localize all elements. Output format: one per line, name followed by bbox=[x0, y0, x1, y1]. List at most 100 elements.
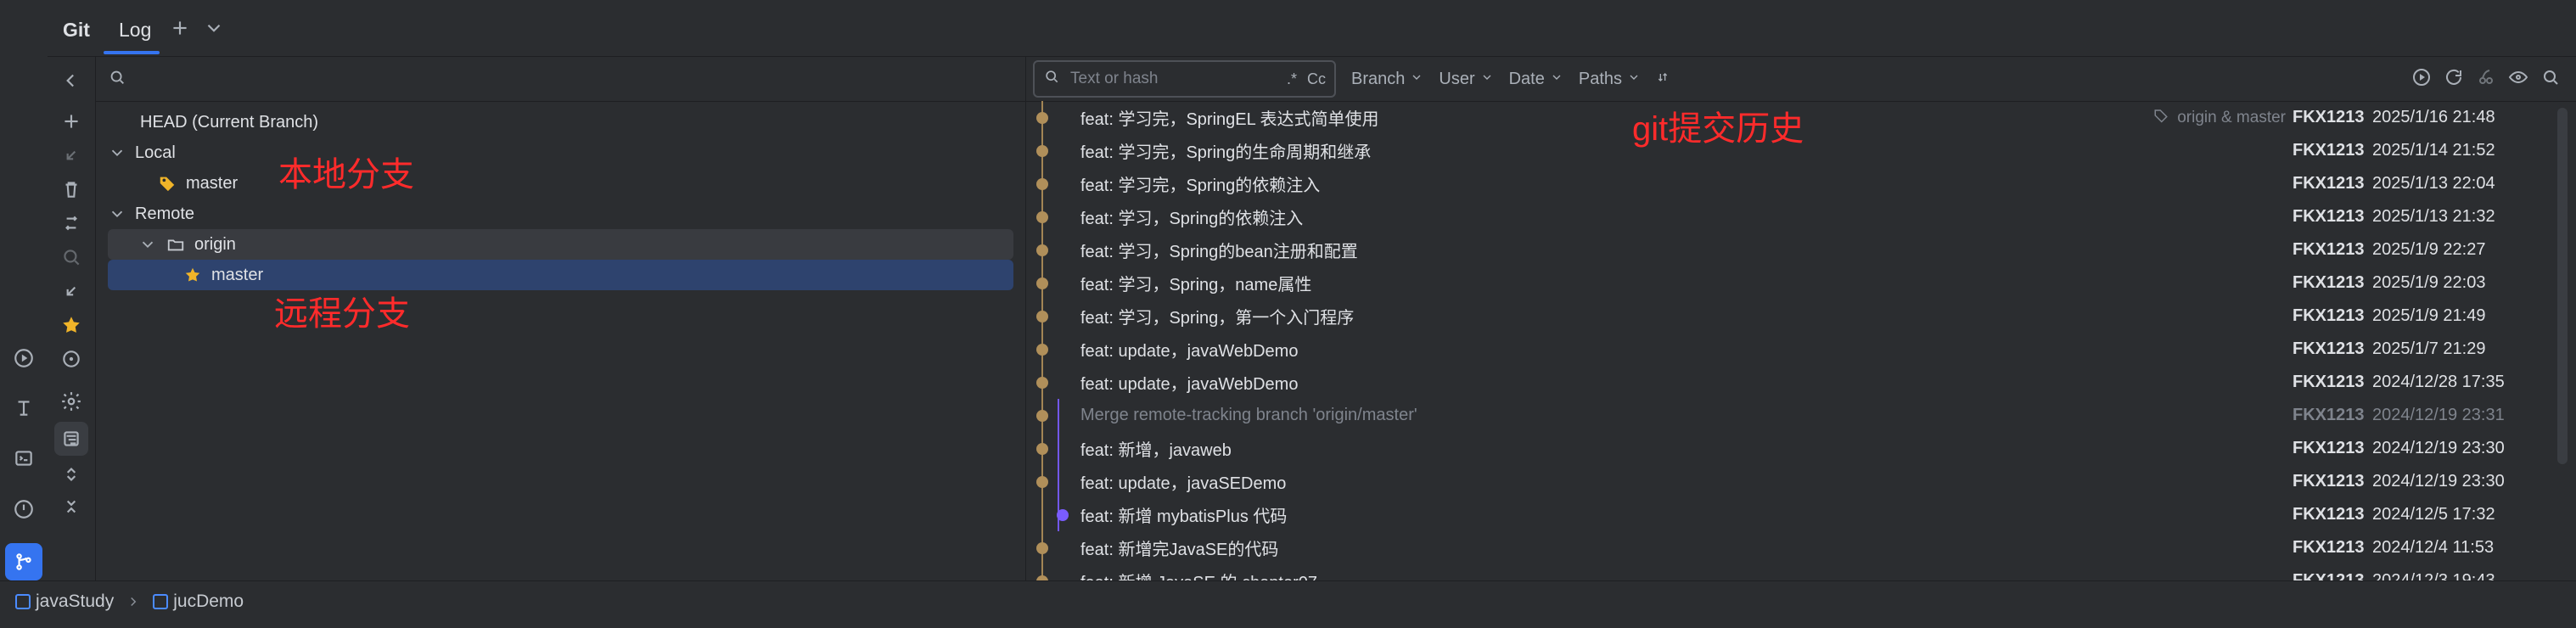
group-by-directory-button[interactable] bbox=[54, 422, 88, 456]
compare-branches-button[interactable] bbox=[54, 206, 88, 240]
search-icon[interactable] bbox=[2540, 67, 2561, 92]
filter-paths[interactable]: Paths bbox=[1579, 70, 1641, 89]
log-toolbar: Text or hash .* Cc Branch User Date Path… bbox=[1026, 57, 2576, 102]
commit-node bbox=[1036, 178, 1048, 190]
commit-author: FKX1213 bbox=[2293, 373, 2365, 391]
commit-row[interactable]: feat: 新增完JavaSE的代码 FKX1213 2024/12/4 11:53 bbox=[1026, 531, 2576, 564]
git-tool-window-button[interactable] bbox=[5, 543, 42, 580]
commit-date: 2024/12/5 17:32 bbox=[2372, 505, 2495, 524]
search-placeholder: Text or hash bbox=[1070, 70, 1159, 87]
search-branch-button[interactable] bbox=[54, 240, 88, 274]
commit-author: FKX1213 bbox=[2293, 207, 2365, 226]
commit-row[interactable]: feat: 学习完，Spring的依赖注入 FKX1213 2025/1/13 22… bbox=[1026, 167, 2576, 200]
commit-node bbox=[1036, 542, 1048, 554]
branch-group-remote[interactable]: Remote bbox=[96, 199, 1025, 229]
tab-log[interactable]: Log bbox=[119, 19, 151, 42]
branch-label: master bbox=[211, 265, 264, 284]
commit-message: feat: 新增完JavaSE的代码 bbox=[1080, 541, 1279, 559]
commit-node bbox=[1036, 344, 1048, 356]
commit-graph bbox=[1026, 300, 1080, 333]
commit-row[interactable]: feat: 新增，javaweb FKX1213 2024/12/19 23:30 bbox=[1026, 432, 2576, 465]
branch-label: HEAD (Current Branch) bbox=[140, 112, 319, 132]
log-search-input[interactable]: Text or hash .* Cc bbox=[1033, 60, 1336, 98]
regex-toggle-icon[interactable]: .* bbox=[1287, 70, 1297, 88]
build-tool-icon[interactable] bbox=[7, 390, 41, 424]
sort-button[interactable] bbox=[1656, 70, 1670, 89]
checkout-branch-button[interactable] bbox=[54, 274, 88, 308]
branch-label: master bbox=[186, 173, 239, 193]
filter-user[interactable]: User bbox=[1439, 70, 1493, 89]
terminal-tool-icon[interactable] bbox=[7, 441, 41, 475]
star-icon bbox=[182, 265, 203, 285]
problems-tool-icon[interactable] bbox=[7, 492, 41, 526]
commit-row[interactable]: feat: 学习，Spring的bean注册和配置 FKX1213 2025/1/9… bbox=[1026, 233, 2576, 266]
commit-graph bbox=[1026, 266, 1080, 300]
commit-row[interactable]: feat: update，javaWebDemo FKX1213 2024/12/2… bbox=[1026, 366, 2576, 399]
breadcrumb-project[interactable]: javaStudy bbox=[15, 592, 114, 612]
remote-origin-folder[interactable]: origin bbox=[108, 229, 1013, 260]
gear-icon bbox=[62, 392, 81, 411]
collapse-all-button[interactable] bbox=[54, 490, 88, 524]
commit-list-scrollbar[interactable] bbox=[2557, 108, 2568, 464]
commit-row[interactable]: feat: 学习，Spring，name属性 FKX1213 2025/1/9 22… bbox=[1026, 266, 2576, 300]
search-icon[interactable] bbox=[108, 68, 126, 91]
commit-graph bbox=[1026, 531, 1080, 564]
commit-message: feat: update，javaSEDemo bbox=[1080, 474, 1287, 493]
chevron-down-icon bbox=[138, 235, 157, 254]
commit-date: 2024/12/28 17:35 bbox=[2372, 373, 2505, 391]
commit-row[interactable]: feat: update，javaWebDemo FKX1213 2025/1/7 … bbox=[1026, 333, 2576, 366]
commit-row[interactable]: feat: update，javaSEDemo FKX1213 2024/12/19… bbox=[1026, 465, 2576, 498]
branch-group-local[interactable]: Local bbox=[96, 137, 1025, 168]
settings-button[interactable] bbox=[54, 384, 88, 418]
expand-all-button[interactable] bbox=[54, 457, 88, 491]
commit-graph bbox=[1026, 366, 1080, 399]
collapse-panel-button[interactable] bbox=[54, 64, 88, 98]
filter-branch[interactable]: Branch bbox=[1351, 70, 1423, 89]
commit-node bbox=[1036, 278, 1048, 289]
commit-date: 2025/1/16 21:48 bbox=[2372, 108, 2495, 126]
commit-node bbox=[1036, 145, 1048, 157]
favorite-branch-button[interactable] bbox=[54, 308, 88, 342]
commit-author: FKX1213 bbox=[2293, 273, 2365, 292]
remote-branch-master[interactable]: master bbox=[108, 260, 1013, 290]
commit-author: FKX1213 bbox=[2293, 439, 2365, 457]
project-icon bbox=[15, 594, 31, 609]
commit-row[interactable]: feat: 学习完，Spring的生命周期和继承 FKX1213 2025/1/14… bbox=[1026, 134, 2576, 167]
breadcrumb-module[interactable]: jucDemo bbox=[153, 592, 244, 612]
chevron-down-icon bbox=[207, 24, 221, 32]
commit-row[interactable]: feat: 新增 mybatisPlus 代码 FKX1213 2024/12/5 … bbox=[1026, 498, 2576, 531]
commit-row[interactable]: feat: 学习，Spring的依赖注入 FKX1213 2025/1/13 21:… bbox=[1026, 200, 2576, 233]
run-tool-icon[interactable] bbox=[7, 341, 41, 375]
refresh-icon[interactable] bbox=[2444, 67, 2464, 92]
navigate-log-button[interactable] bbox=[54, 342, 88, 376]
tool-window-title: Git bbox=[63, 19, 90, 41]
commit-graph bbox=[1026, 101, 1080, 134]
cherry-pick-icon[interactable] bbox=[2476, 67, 2496, 92]
commit-author: FKX1213 bbox=[2293, 141, 2365, 160]
commit-message: feat: 学习完，Spring的依赖注入 bbox=[1080, 177, 1321, 195]
commit-message: feat: 学习完，SpringEL 表达式简单使用 bbox=[1080, 110, 1379, 129]
new-branch-button[interactable] bbox=[54, 104, 88, 138]
sort-icon bbox=[1656, 70, 1670, 89]
filter-date[interactable]: Date bbox=[1509, 70, 1563, 89]
update-branch-button[interactable] bbox=[54, 138, 88, 172]
commit-row[interactable]: feat: 学习完，SpringEL 表达式简单使用 origin & maste… bbox=[1026, 101, 2576, 134]
commit-row[interactable]: Merge remote-tracking branch 'origin/mas… bbox=[1026, 399, 2576, 432]
commit-date: 2024/12/19 23:30 bbox=[2372, 439, 2505, 457]
commit-author: FKX1213 bbox=[2293, 472, 2365, 491]
delete-branch-button[interactable] bbox=[54, 172, 88, 206]
commit-graph bbox=[1026, 432, 1080, 465]
chevron-down-icon bbox=[1410, 70, 1423, 89]
view-options-icon[interactable] bbox=[2508, 67, 2528, 92]
tab-dropdown-button[interactable] bbox=[197, 11, 231, 45]
commit-graph bbox=[1026, 200, 1080, 233]
run-icon[interactable] bbox=[2411, 67, 2432, 92]
match-case-toggle-icon[interactable]: Cc bbox=[1307, 70, 1326, 88]
add-tab-button[interactable] bbox=[163, 11, 197, 45]
commit-message: feat: 学习，Spring的bean注册和配置 bbox=[1080, 243, 1358, 261]
commit-row[interactable]: feat: 学习，Spring，第一个入门程序 FKX1213 2025/1/9 2… bbox=[1026, 300, 2576, 333]
status-bar: javaStudy jucDemo bbox=[0, 580, 2576, 628]
commit-node bbox=[1057, 509, 1069, 521]
branch-head[interactable]: HEAD (Current Branch) bbox=[96, 107, 1025, 137]
local-branch-master[interactable]: master bbox=[96, 168, 1025, 199]
